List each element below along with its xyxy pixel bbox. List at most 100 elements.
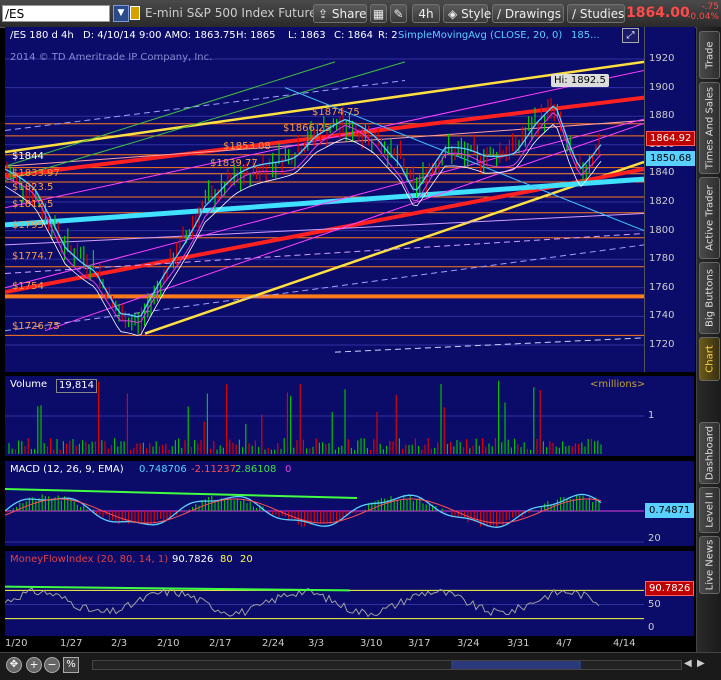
date-axis-tick: 1/27 bbox=[60, 638, 83, 649]
style-icon: ◈ bbox=[448, 7, 458, 21]
percent-scale-icon[interactable]: % bbox=[63, 657, 79, 673]
last-price-tag: 1864.92 bbox=[646, 130, 696, 146]
macd-axis-tick: 20 bbox=[648, 533, 661, 544]
scroll-left-icon[interactable]: ◀ bbox=[684, 658, 694, 672]
volume-unit: <millions> bbox=[590, 379, 646, 390]
lavender-line-b bbox=[5, 232, 644, 274]
sma-price-tag: 1850.68 bbox=[646, 151, 696, 167]
sidebar-tab-times-and-sales[interactable]: Times And Sales bbox=[699, 82, 720, 174]
price-level-label: $1795 bbox=[12, 220, 44, 231]
bar-date: D: 4/10/14 9:00 AM bbox=[83, 30, 181, 41]
sidebar-tab-label: Level II bbox=[704, 492, 715, 528]
grid-icon: ▦ bbox=[372, 7, 385, 21]
date-axis-tick: 1/20 bbox=[5, 638, 28, 649]
mfi-value: 90.7826 bbox=[172, 554, 214, 565]
date-axis-tick: 3/10 bbox=[360, 638, 383, 649]
security-icon bbox=[130, 6, 140, 20]
price-level-label: $1833.97 bbox=[12, 168, 60, 179]
studies-button[interactable]: ∕ Studies bbox=[567, 4, 625, 23]
date-axis: 1/20 1/27 2/3 2/10 2/17 2/24 3/3 3/10 3/17 3/24 3/… bbox=[5, 636, 644, 652]
bar-high: H: 1865 bbox=[236, 30, 276, 41]
zoom-out-icon[interactable]: − bbox=[44, 657, 60, 673]
price-axis-tick: 1760 bbox=[649, 281, 675, 293]
date-axis-tick: 4/14 bbox=[613, 638, 636, 649]
share-icon: ⇪ bbox=[318, 7, 329, 21]
macd-extra: 0 bbox=[285, 464, 292, 475]
copyright-text: 2014 © TD Ameritrade IP Company, Inc. bbox=[10, 52, 213, 63]
price-axis-tick: 1820 bbox=[649, 196, 675, 207]
share-label: Share bbox=[331, 7, 367, 21]
mfi-pane[interactable]: MoneyFlowIndex (20, 80, 14, 1) 90.7826 8… bbox=[5, 551, 644, 636]
last-price: 1864.00 bbox=[626, 5, 690, 21]
expand-icon[interactable]: ⤢ bbox=[622, 28, 639, 43]
mfi-tag: 90.7826 bbox=[645, 581, 695, 596]
price-level-label: $1726.75 bbox=[12, 321, 60, 332]
chart-grid-button[interactable]: ▦ bbox=[370, 4, 387, 23]
drawings-button[interactable]: ∕ Drawings bbox=[492, 4, 564, 23]
macd-value: 0.748706 bbox=[139, 464, 187, 475]
settings-button[interactable]: ✎ bbox=[390, 4, 407, 23]
sidebar-tab-big-buttons[interactable]: Big Buttons bbox=[699, 262, 720, 334]
green-line-1 bbox=[5, 61, 406, 182]
price-pane[interactable]: /ES 180 d 4h D: 4/10/14 9:00 AM O: 1863.… bbox=[5, 27, 644, 372]
sma-study-value: 185... bbox=[571, 30, 600, 41]
bottom-bar: ✥ + − % ◀ ▶ bbox=[0, 652, 721, 680]
price-level-label: $1866.25 bbox=[283, 123, 331, 134]
macd-title: MACD (12, 26, 9, EMA) bbox=[10, 464, 124, 475]
share-button[interactable]: ⇪ Share bbox=[313, 4, 367, 23]
price-chart-svg bbox=[5, 58, 644, 353]
sidebar-tab-dashboard[interactable]: Dashboard bbox=[699, 422, 720, 484]
yellow-trendline-lower bbox=[144, 160, 644, 335]
price-level-label: $1774.7 bbox=[12, 251, 54, 262]
timeframe-button[interactable]: 4h bbox=[412, 4, 440, 23]
macd-diff: 2.86108 bbox=[235, 464, 277, 475]
bar-close: C: 1864 bbox=[334, 30, 373, 41]
sidebar-tab-live-news[interactable]: Live News bbox=[699, 536, 720, 594]
macd-avg: -2.11237 bbox=[191, 464, 236, 475]
bar-low: L: 1863 bbox=[288, 30, 326, 41]
date-axis-tick: 2/3 bbox=[111, 638, 128, 649]
price-level-label: $1839.77 bbox=[210, 158, 258, 169]
pan-icon[interactable]: ✥ bbox=[6, 657, 22, 673]
sidebar-tab-active-trader[interactable]: Active Trader bbox=[699, 177, 720, 259]
chart-scrollbar[interactable] bbox=[92, 660, 682, 670]
mfi-title: MoneyFlowIndex (20, 80, 14, 1) bbox=[10, 554, 169, 565]
date-axis-tick: 4/7 bbox=[556, 638, 573, 649]
volume-title: Volume bbox=[10, 379, 48, 390]
scroll-right-icon[interactable]: ▶ bbox=[697, 658, 707, 672]
sidebar-tab-label: Big Buttons bbox=[704, 269, 715, 327]
price-axis[interactable]: 1920190018801860184018201800178017601740… bbox=[644, 27, 696, 372]
mfi-trendline bbox=[5, 585, 351, 592]
mfi-tick-0: 0 bbox=[648, 622, 655, 633]
mfi-axis: 90.7826 100 50 0 bbox=[644, 551, 695, 636]
volume-pane[interactable]: Volume 19,814 <millions> bbox=[5, 376, 646, 456]
chart-symbol-period: /ES 180 d 4h bbox=[10, 30, 74, 41]
mfi-overbought: 80 bbox=[220, 554, 233, 565]
instrument-description: E-mini S&P 500 Index Futures,ET... bbox=[145, 6, 321, 20]
bar-open: O: 1863.75 bbox=[180, 30, 236, 41]
price-axis-tick: 1740 bbox=[649, 310, 675, 322]
sidebar-tab-level-ii[interactable]: Level II bbox=[699, 487, 720, 533]
symbol-dropdown-icon[interactable]: ▼ bbox=[113, 5, 129, 22]
zoom-in-icon[interactable]: + bbox=[26, 657, 42, 673]
sma-study-label: SimpleMovingAvg (CLOSE, 20, 0) bbox=[398, 30, 563, 41]
volume-chart-svg bbox=[5, 380, 644, 454]
price-axis-tick: 1800 bbox=[649, 224, 675, 236]
macd-pane[interactable]: MACD (12, 26, 9, EMA) 0.748706 -2.11237 … bbox=[5, 461, 644, 546]
date-axis-tick: 3/3 bbox=[308, 638, 325, 649]
price-level-label: $1844 bbox=[12, 151, 44, 162]
wrench-icon: ✎ bbox=[393, 7, 404, 21]
sidebar-tab-chart[interactable]: Chart bbox=[699, 337, 720, 381]
date-axis-tick: 3/24 bbox=[457, 638, 480, 649]
price-axis-tick: 1880 bbox=[649, 110, 675, 122]
symbol-input[interactable]: /ES bbox=[2, 5, 110, 22]
drawings-icon: ∕ bbox=[497, 7, 502, 21]
style-button[interactable]: ◈ Style bbox=[443, 4, 491, 23]
scrollbar-thumb[interactable] bbox=[451, 661, 581, 669]
sidebar-tab-label: Times And Sales bbox=[704, 86, 715, 170]
studies-label: Studies bbox=[579, 7, 625, 21]
sidebar-tab-label: Dashboard bbox=[704, 425, 715, 481]
sidebar-tab-trade[interactable]: Trade bbox=[699, 31, 720, 79]
mfi-line bbox=[5, 587, 600, 618]
mfi-tick-50: 50 bbox=[648, 599, 661, 610]
